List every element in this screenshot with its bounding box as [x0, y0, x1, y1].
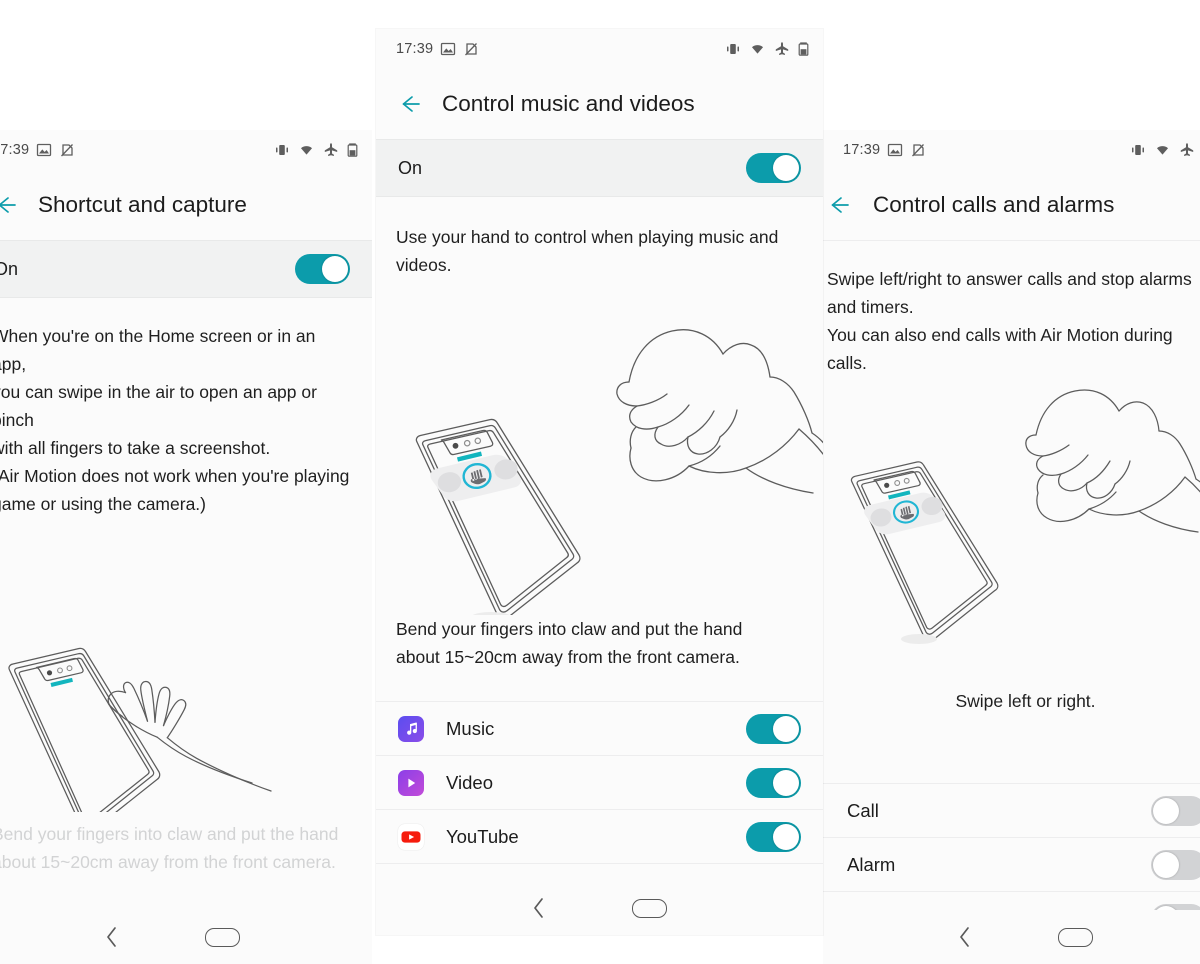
title-bar: Control music and videos: [376, 69, 823, 139]
home-pill-icon[interactable]: [1058, 927, 1093, 947]
no-sim-icon: [912, 144, 925, 157]
toggle-knob: [773, 823, 799, 850]
navigation-bar: [376, 881, 823, 935]
toggle-knob: [773, 769, 799, 796]
photo-icon: [441, 42, 456, 56]
music-note-glyph: [406, 722, 417, 735]
photo-icon: [888, 143, 903, 157]
vibrate-icon: [276, 145, 288, 155]
play-triangle-icon: [398, 769, 424, 796]
master-toggle-label: On: [0, 258, 19, 279]
youtube-glyph: [401, 830, 421, 843]
music-toggle-switch[interactable]: [746, 713, 801, 744]
video-toggle-switch[interactable]: [746, 767, 801, 798]
battery-icon: [798, 42, 809, 56]
status-bar-clock: 17:39: [843, 142, 881, 158]
status-bar: 17:39: [0, 130, 372, 170]
status-bar-clock: 17:39: [396, 41, 434, 57]
toggle-knob: [1153, 851, 1179, 878]
master-toggle-label: On: [398, 157, 423, 178]
status-bar-right: [274, 142, 358, 158]
master-toggle-switch[interactable]: [295, 254, 350, 284]
navigation-bar: [0, 910, 372, 964]
battery-icon: [347, 143, 358, 157]
open-hand-illustration-svg: [8, 647, 272, 812]
claw-hand-illustration-svg: [415, 329, 823, 615]
title-bar: Control calls and alarms: [823, 170, 1200, 240]
claw-hand-illustration-svg: [850, 389, 1200, 644]
call-toggle-switch[interactable]: [1151, 795, 1200, 826]
list-item[interactable]: Music: [376, 701, 823, 755]
toggle-knob: [322, 256, 348, 282]
navigation-bar: [823, 910, 1200, 964]
status-bar: 17:39: [823, 130, 1200, 170]
status-bar-left: 17:39: [0, 142, 75, 158]
master-toggle-switch[interactable]: [746, 153, 801, 183]
status-bar-right: [1130, 142, 1200, 158]
page-title: Control calls and alarms: [873, 192, 1115, 217]
panel-control-music-and-videos: 17:39 Control music and videos On Use yo…: [376, 29, 823, 935]
toggle-knob: [1153, 797, 1179, 824]
app-list: Music Video YouTube: [376, 701, 823, 864]
arrow-left-icon[interactable]: [396, 91, 422, 117]
chevron-left-icon[interactable]: [532, 897, 546, 919]
toggle-knob: [773, 715, 799, 742]
vibrate-icon: [1132, 145, 1144, 155]
title-bar: Shortcut and capture: [0, 170, 372, 240]
airplane-mode-icon: [1180, 143, 1194, 156]
panel-caption: Swipe left or right.: [955, 691, 1096, 711]
screenshot-stage: 17:39: [0, 0, 1200, 964]
status-bar-left: 17:39: [396, 41, 479, 57]
status-bar-left: 17:39: [843, 142, 926, 158]
home-pill-icon[interactable]: [204, 927, 240, 947]
list-item-label-youtube: YouTube: [446, 825, 519, 847]
illustration-open-hand-over-phone: [0, 544, 372, 812]
play-triangle-glyph: [408, 778, 416, 787]
panel-caption: Bend your fingers into claw and put the …: [396, 619, 743, 667]
panel-caption: Bend your fingers into claw and put the …: [0, 824, 339, 872]
illustration-claw-hand-over-phone: [376, 285, 823, 615]
photo-icon: [37, 143, 52, 157]
list-item[interactable]: YouTube: [376, 809, 823, 864]
status-bar: 17:39: [376, 29, 823, 69]
panel-description: Swipe left/right to answer calls and sto…: [827, 269, 1192, 373]
list-item-label-music: Music: [446, 717, 495, 739]
list-item[interactable]: Video: [376, 755, 823, 809]
airplane-mode-icon: [324, 143, 338, 156]
illustration-claw-hand-over-phone: [823, 387, 1200, 687]
panel-control-calls-and-alarms: 17:39 Control calls and alarms Swipe lef…: [823, 130, 1200, 964]
music-note-icon: [398, 715, 424, 742]
master-toggle-row[interactable]: On: [0, 240, 372, 298]
toggle-knob: [773, 155, 799, 181]
airplane-mode-icon: [775, 42, 789, 55]
youtube-icon: [398, 823, 424, 850]
wifi-icon: [1157, 146, 1168, 155]
list-item-label-call: Call: [847, 799, 879, 821]
panel-shortcut-and-capture: 17:39: [0, 130, 372, 964]
panel-description: When you're on the Home screen or in an …: [0, 326, 350, 514]
chevron-left-icon[interactable]: [105, 926, 119, 948]
wifi-icon: [301, 146, 312, 155]
status-bar-right: [725, 41, 809, 57]
list-item-label-alarm: Alarm: [847, 853, 896, 875]
list-item[interactable]: Call: [823, 783, 1200, 837]
alarm-toggle-switch[interactable]: [1151, 849, 1200, 880]
no-sim-icon: [61, 144, 74, 157]
list-item-label-video: Video: [446, 771, 493, 793]
youtube-toggle-switch[interactable]: [746, 821, 801, 852]
arrow-left-icon[interactable]: [0, 192, 18, 218]
master-toggle-row[interactable]: On: [376, 139, 823, 197]
no-sim-icon: [465, 43, 478, 56]
list-item[interactable]: Alarm: [823, 837, 1200, 891]
wifi-icon: [752, 45, 763, 54]
arrow-left-icon[interactable]: [825, 192, 851, 218]
chevron-left-icon[interactable]: [958, 926, 972, 948]
panel-description: Use your hand to control when playing mu…: [396, 227, 779, 275]
home-pill-icon[interactable]: [632, 898, 667, 918]
page-title: Control music and videos: [442, 91, 695, 116]
page-title: Shortcut and capture: [38, 192, 247, 217]
vibrate-icon: [727, 44, 739, 54]
status-bar-clock: 17:39: [0, 142, 30, 158]
